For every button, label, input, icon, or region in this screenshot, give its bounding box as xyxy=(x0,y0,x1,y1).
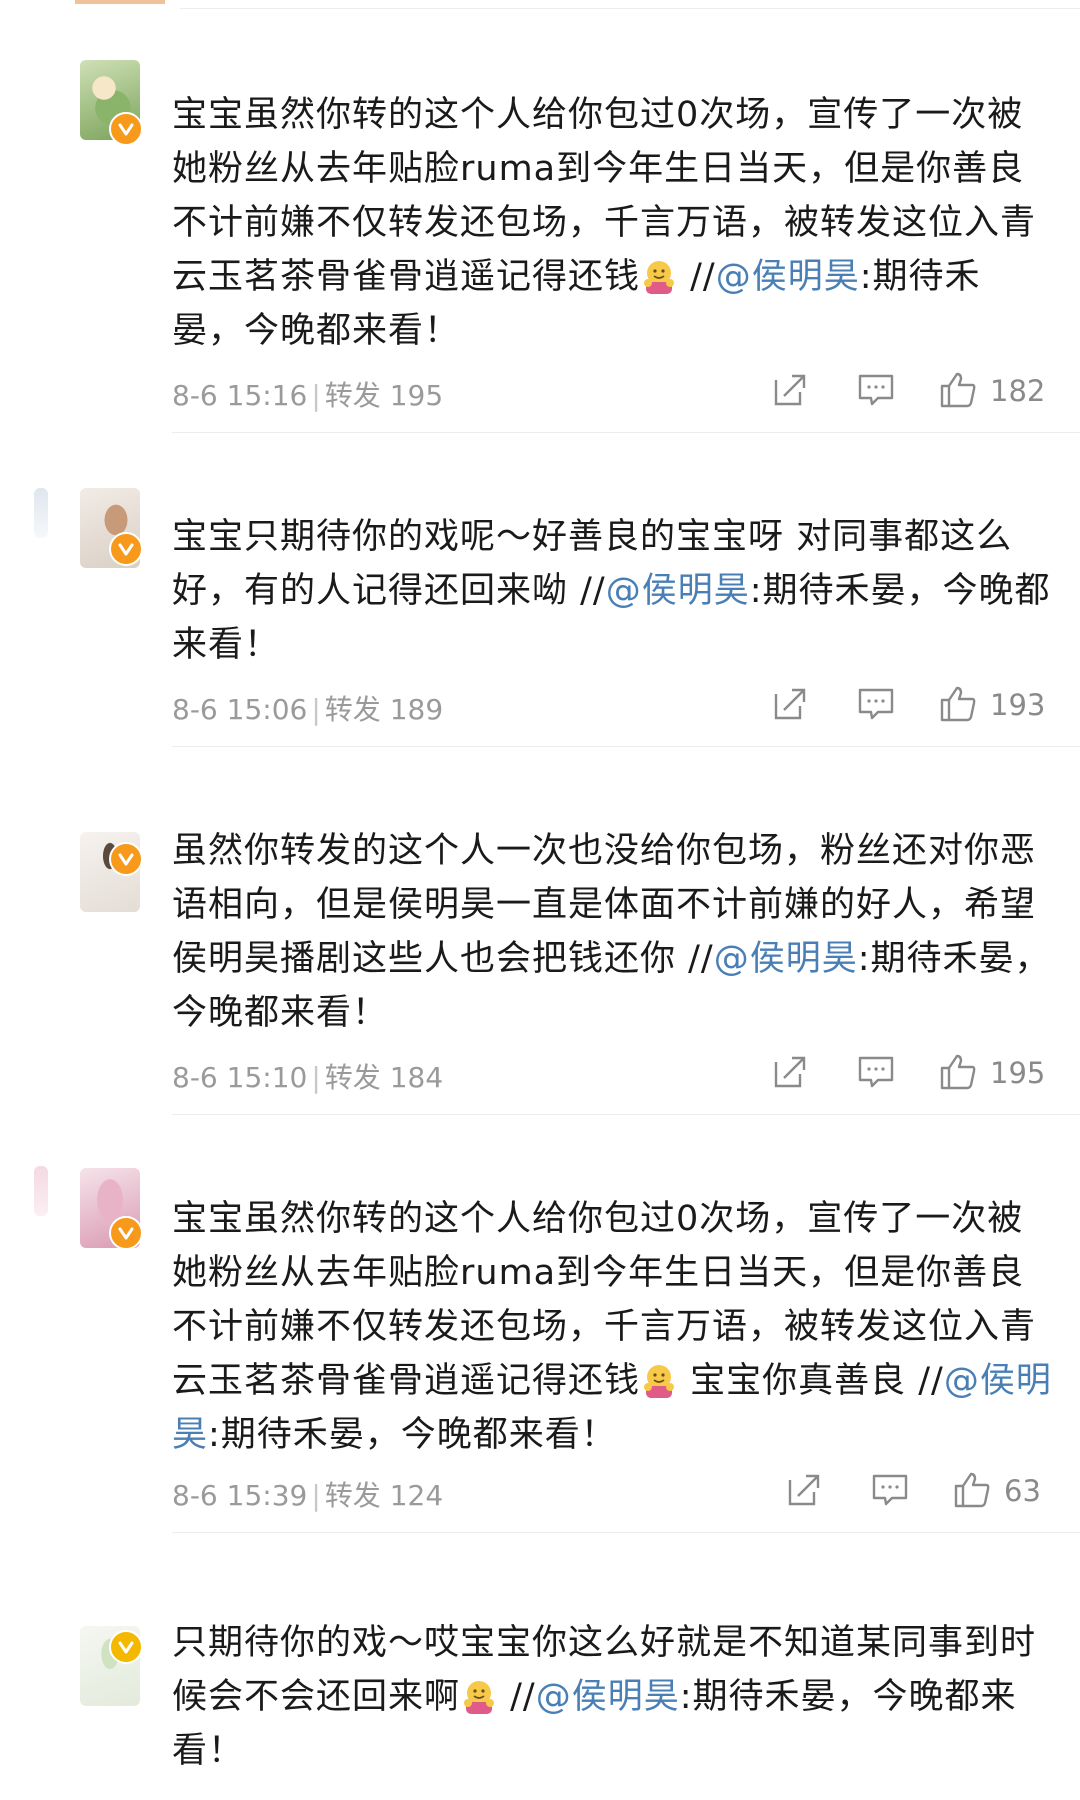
share-icon[interactable] xyxy=(770,370,810,410)
verified-badge-icon xyxy=(109,1630,143,1664)
hug-emoji-icon xyxy=(640,1360,678,1398)
like-count: 193 xyxy=(990,688,1046,722)
repost-count: 189 xyxy=(389,693,444,726)
comment-actions: 195 xyxy=(770,1052,1070,1096)
comment-meta: 8-6 15:10 | 转发 184 xyxy=(172,1061,444,1094)
divider xyxy=(172,746,1080,747)
comment-text: 宝宝虽然你转的这个人给你包过0次场，宣传了一次被她粉丝从去年贴脸ruma到今年生… xyxy=(172,1199,1052,1455)
repost-count: 195 xyxy=(389,379,444,412)
repost-label[interactable]: 转发 xyxy=(325,379,381,412)
comment-time: 8-6 15:10 xyxy=(172,1061,308,1094)
avatar[interactable] xyxy=(80,1168,143,1250)
share-icon[interactable] xyxy=(784,1470,824,1510)
comment-text: 宝宝虽然你转的这个人给你包过0次场，宣传了一次被她粉丝从去年贴脸ruma到今年生… xyxy=(172,95,1037,351)
verified-badge-icon xyxy=(109,112,143,146)
repost-count: 124 xyxy=(389,1479,444,1512)
like-count: 195 xyxy=(990,1056,1046,1090)
comment-meta: 8-6 15:39 | 转发 124 xyxy=(172,1479,444,1512)
like-count: 63 xyxy=(1004,1474,1041,1508)
comment-time: 8-6 15:16 xyxy=(172,379,308,412)
divider xyxy=(172,432,1080,433)
thumbs-up-icon[interactable] xyxy=(938,684,978,724)
mention-link[interactable]: @侯明昊 xyxy=(714,939,858,979)
share-icon[interactable] xyxy=(770,684,810,724)
top-divider xyxy=(180,8,1080,9)
comment-text: 只期待你的戏～哎宝宝你这么好就是不知道某同事到时候会不会还回来啊 //@侯明昊:… xyxy=(172,1623,1037,1771)
comment-actions: 193 xyxy=(770,684,1070,728)
like-count: 182 xyxy=(990,374,1046,408)
top-fragment xyxy=(75,0,165,4)
hug-emoji-icon xyxy=(460,1676,498,1714)
comment-text: 虽然你转发的这个人一次也没给你包场，粉丝还对你恶语相向，但是侯明昊一直是体面不计… xyxy=(172,831,1051,1033)
repost-label[interactable]: 转发 xyxy=(325,1061,381,1094)
thumbs-up-icon[interactable] xyxy=(938,1052,978,1092)
divider xyxy=(172,1114,1080,1115)
hug-emoji-icon xyxy=(640,256,678,294)
thumbs-up-icon[interactable] xyxy=(952,1470,992,1510)
mention-link[interactable]: @侯明昊 xyxy=(606,571,750,611)
repost-count: 184 xyxy=(389,1061,444,1094)
share-icon[interactable] xyxy=(770,1052,810,1092)
repost-comment-list: 宝宝虽然你转的这个人给你包过0次场，宣传了一次被她粉丝从去年贴脸ruma到今年生… xyxy=(0,0,1080,1800)
thumbs-up-icon[interactable] xyxy=(938,370,978,410)
comment-text: 宝宝只期待你的戏呢～好善良的宝宝呀 对同事都这么好，有的人记得还回来呦 //@侯… xyxy=(172,517,1051,665)
avatar[interactable] xyxy=(80,488,143,568)
avatar[interactable] xyxy=(80,1626,143,1706)
mention-link[interactable]: @侯明昊 xyxy=(536,1677,680,1717)
comment-meta: 8-6 15:16 | 转发 195 xyxy=(172,379,444,412)
repost-label[interactable]: 转发 xyxy=(325,693,381,726)
avatar-fragment xyxy=(34,488,48,538)
comment-icon[interactable] xyxy=(856,370,896,410)
avatar-fragment xyxy=(34,1166,48,1216)
comment-icon[interactable] xyxy=(856,1052,896,1092)
divider xyxy=(172,1532,1080,1533)
avatar[interactable] xyxy=(80,60,143,146)
mention-link[interactable]: @侯明昊 xyxy=(716,257,860,297)
comment-icon[interactable] xyxy=(856,684,896,724)
verified-badge-icon xyxy=(109,842,143,876)
comment-meta: 8-6 15:06 | 转发 189 xyxy=(172,693,444,726)
avatar[interactable] xyxy=(80,832,143,912)
repost-label[interactable]: 转发 xyxy=(325,1479,381,1512)
comment-actions: 182 xyxy=(770,370,1070,414)
verified-badge-icon xyxy=(109,532,143,566)
comment-time: 8-6 15:06 xyxy=(172,693,308,726)
comment-time: 8-6 15:39 xyxy=(172,1479,308,1512)
comment-actions: 63 xyxy=(770,1470,1070,1514)
verified-badge-icon xyxy=(109,1216,143,1250)
comment-icon[interactable] xyxy=(870,1470,910,1510)
